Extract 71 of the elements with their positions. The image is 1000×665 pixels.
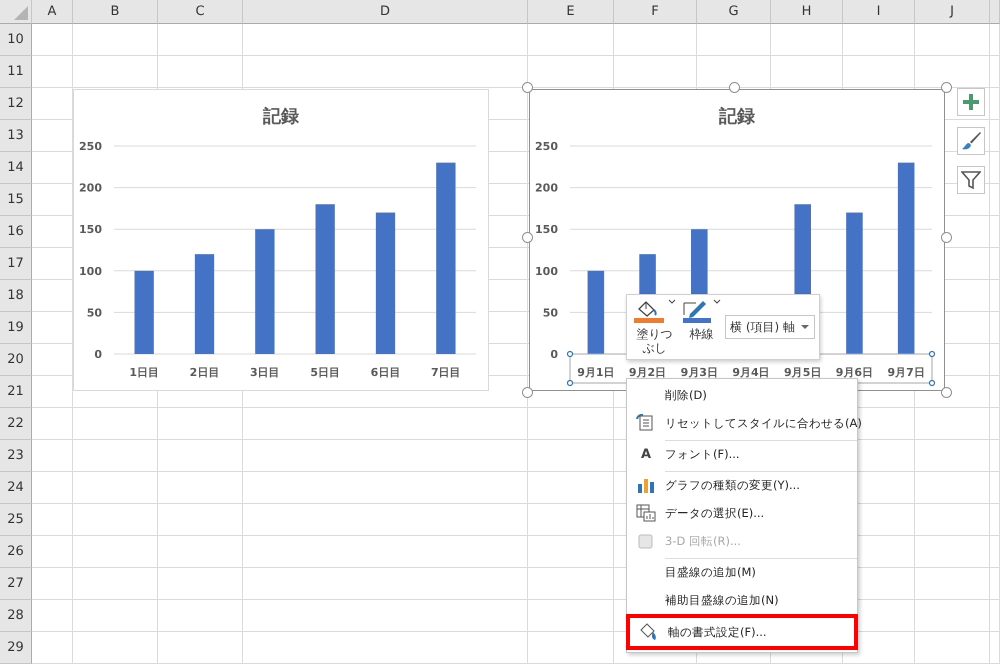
- resize-handle[interactable]: [941, 232, 952, 243]
- column-header[interactable]: I: [876, 4, 880, 19]
- select-all-icon: [14, 6, 28, 20]
- paint-bucket-icon: [639, 622, 659, 642]
- column-header[interactable]: J: [950, 4, 954, 19]
- resize-handle[interactable]: [522, 387, 533, 398]
- axis-label: 0: [550, 348, 558, 361]
- chart-styles-button[interactable]: [957, 127, 985, 155]
- chart-filters-button[interactable]: [957, 166, 985, 194]
- selection-handle[interactable]: [928, 350, 936, 358]
- axis-label: 50: [542, 306, 558, 320]
- brush-icon: [961, 131, 981, 151]
- axis-label: 9月6日: [836, 366, 874, 379]
- column-header[interactable]: H: [802, 4, 812, 19]
- column-header[interactable]: E: [566, 4, 575, 19]
- selection-handle[interactable]: [928, 380, 936, 386]
- axis-label: 100: [79, 264, 102, 278]
- axis-label: 7日目: [431, 366, 461, 379]
- filter-icon: [961, 170, 981, 190]
- axis-label: 2日目: [190, 366, 220, 379]
- chart-title: 記録: [263, 106, 299, 127]
- axis-label: 0: [94, 348, 102, 361]
- menu-item[interactable]: データの選択(E)...: [627, 499, 857, 527]
- column-header[interactable]: B: [110, 4, 120, 19]
- caret-icon: [713, 299, 721, 305]
- chart-area[interactable]: 記録 0 50 100 150 200 250 1日目 2日目 3日目 5日目 6日目 7日目: [73, 89, 489, 391]
- resize-handle[interactable]: [941, 82, 952, 93]
- axis-label: 200: [79, 182, 102, 195]
- resize-handle[interactable]: [729, 82, 740, 93]
- axis-label: 250: [79, 140, 102, 153]
- font-icon: A: [640, 446, 652, 462]
- resize-handle[interactable]: [522, 82, 533, 93]
- menu-item: 3-D 回転(R)...: [627, 527, 857, 555]
- axis-label: 9月3日: [680, 366, 718, 379]
- column-header[interactable]: F: [651, 4, 659, 19]
- axis-label: 6日目: [370, 366, 400, 379]
- axis-label: 3日目: [250, 366, 280, 379]
- axis-label: 50: [86, 306, 102, 320]
- axis-label: 9月4日: [732, 366, 770, 379]
- axis-label: 150: [79, 223, 102, 236]
- menu-item[interactable]: 補助目盛線の追加(N): [627, 586, 857, 614]
- table-chart-icon: [636, 503, 656, 523]
- column-header[interactable]: C: [195, 4, 205, 19]
- paint-bucket-icon: [633, 299, 667, 323]
- axis-label: 100: [535, 264, 558, 278]
- column-header[interactable]: G: [728, 4, 739, 19]
- fill-button[interactable]: 塗りつぶし: [631, 299, 678, 356]
- axis-label: 200: [535, 182, 558, 195]
- chart-title: 記録: [719, 106, 755, 127]
- resize-handle[interactable]: [522, 232, 533, 243]
- axis-label: 150: [535, 223, 558, 236]
- pen-line-icon: [682, 299, 712, 323]
- caret-icon: [668, 299, 676, 305]
- menu-item[interactable]: 軸の書式設定(F)...: [626, 614, 858, 650]
- axis-label: 9月5日: [784, 366, 822, 379]
- plus-icon: [962, 93, 980, 111]
- axis-label: 250: [535, 140, 558, 153]
- resize-handle[interactable]: [941, 387, 952, 398]
- column-header[interactable]: D: [380, 4, 390, 19]
- axis-label: 9月7日: [887, 366, 925, 379]
- axis-label: 9月2日: [628, 366, 666, 379]
- element-dropdown[interactable]: 横 (項目) 軸: [725, 315, 815, 339]
- selection-handle[interactable]: [566, 380, 574, 386]
- selection-handle[interactable]: [566, 350, 574, 358]
- axis-label: 9月1日: [577, 366, 615, 379]
- outline-button[interactable]: 枠線: [680, 299, 723, 342]
- column-header[interactable]: A: [48, 4, 56, 19]
- axis-label: 1日目: [129, 366, 159, 379]
- dropdown-arrow-icon: [801, 324, 809, 330]
- chart-elements-button[interactable]: [957, 88, 985, 116]
- axis-label: 5日目: [310, 366, 340, 379]
